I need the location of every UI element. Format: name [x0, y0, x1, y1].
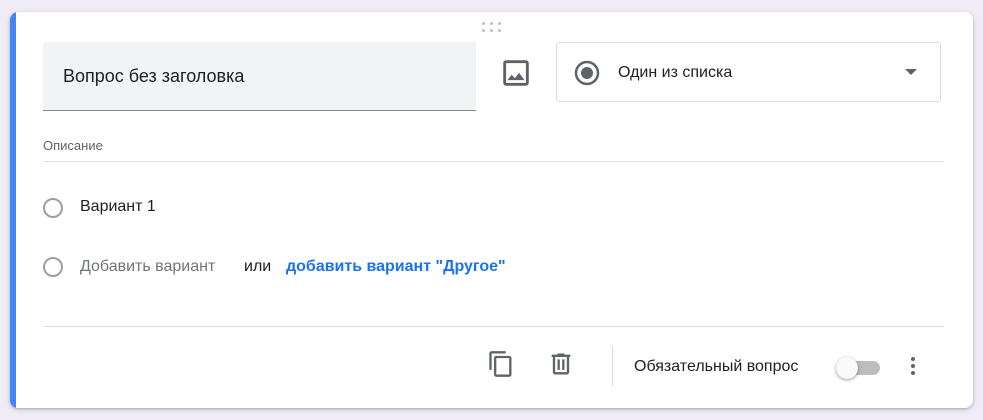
radio-checked-icon: [574, 60, 600, 86]
chevron-down-icon: [905, 69, 917, 75]
more-vert-icon: [911, 357, 915, 375]
description-underline: [43, 161, 944, 162]
question-type-label: Один из списка: [618, 64, 733, 81]
image-icon: [503, 60, 529, 86]
add-option-radio-icon: [43, 257, 63, 277]
copy-icon: [489, 351, 512, 377]
required-toggle[interactable]: [836, 357, 884, 379]
or-text: или: [244, 258, 272, 275]
add-option-button[interactable]: Добавить вариант: [80, 258, 215, 276]
option-1-input[interactable]: Вариант 1: [80, 198, 156, 216]
required-label: Обязательный вопрос: [634, 358, 799, 375]
footer-separator: [612, 346, 613, 386]
delete-button[interactable]: [547, 350, 575, 378]
footer-divider: [43, 326, 944, 327]
question-title-text: Вопрос без заголовка: [63, 66, 245, 86]
question-title-input[interactable]: Вопрос без заголовка: [43, 42, 476, 111]
active-accent-bar: [10, 12, 16, 408]
option-radio-icon: [43, 198, 63, 218]
question-card: Вопрос без заголовка Один из списка Опис…: [10, 12, 973, 408]
more-options-button[interactable]: [899, 352, 927, 380]
toggle-thumb: [836, 357, 858, 379]
description-field[interactable]: Описание: [43, 138, 103, 153]
drag-handle-icon[interactable]: [480, 20, 504, 34]
add-image-button[interactable]: [499, 56, 533, 90]
trash-icon: [551, 353, 571, 375]
duplicate-button[interactable]: [487, 350, 515, 378]
question-type-dropdown[interactable]: Один из списка: [556, 42, 941, 102]
add-other-option-link[interactable]: добавить вариант "Другое": [286, 258, 506, 276]
